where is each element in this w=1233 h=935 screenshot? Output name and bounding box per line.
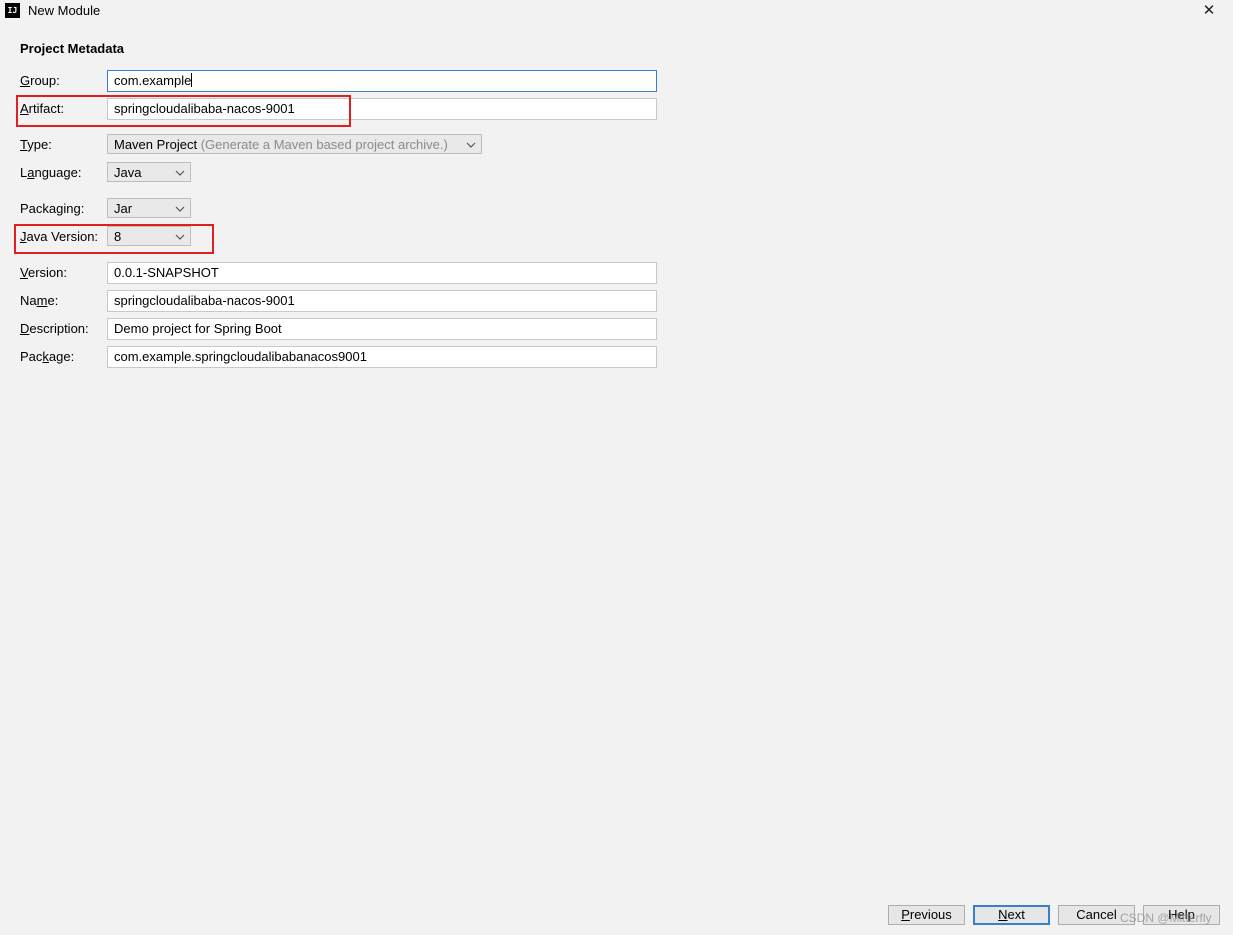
intellij-icon: IJ	[5, 3, 20, 18]
title-bar: IJ New Module ✕	[0, 0, 1233, 22]
chevron-down-icon	[175, 170, 185, 176]
version-label: Version:	[20, 265, 67, 280]
chevron-down-icon	[466, 142, 476, 148]
language-label: Language:	[20, 165, 82, 180]
name-input[interactable]: springcloudalibaba-nacos-9001	[107, 290, 657, 312]
name-label: Name:	[20, 293, 59, 308]
close-icon[interactable]: ✕	[1196, 0, 1222, 22]
group-input[interactable]: com.example	[107, 70, 657, 92]
type-label: Type:	[20, 137, 52, 152]
section-title: Project Metadata	[20, 41, 125, 56]
highlight-annotation-artifact	[16, 95, 351, 127]
watermark: CSDN @Mitterfly	[1120, 911, 1212, 925]
text-caret	[191, 73, 193, 87]
highlight-annotation-java-version	[14, 224, 214, 254]
next-button[interactable]: Next	[973, 905, 1050, 925]
package-label: Package:	[20, 349, 75, 364]
description-label: Description:	[20, 321, 89, 336]
packaging-label: Packaging:	[20, 201, 85, 216]
language-dropdown[interactable]: Java	[107, 162, 191, 182]
previous-button[interactable]: Previous	[888, 905, 965, 925]
group-label: Group:	[20, 73, 60, 88]
packaging-dropdown[interactable]: Jar	[107, 198, 191, 218]
type-dropdown[interactable]: Maven Project (Generate a Maven based pr…	[107, 134, 482, 154]
version-input[interactable]: 0.0.1-SNAPSHOT	[107, 262, 657, 284]
description-input[interactable]: Demo project for Spring Boot	[107, 318, 657, 340]
window-title: New Module	[28, 3, 101, 18]
package-input[interactable]: com.example.springcloudalibabanacos9001	[107, 346, 657, 368]
chevron-down-icon	[175, 206, 185, 212]
